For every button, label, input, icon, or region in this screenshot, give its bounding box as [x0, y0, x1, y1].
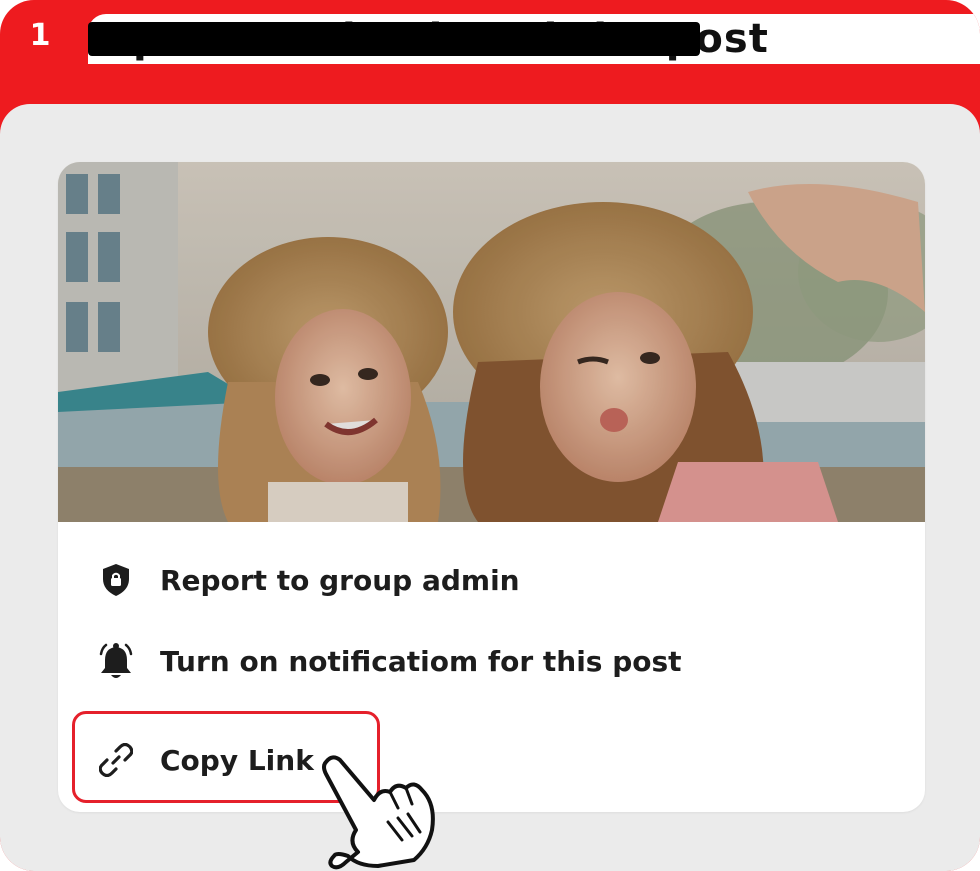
post-photo: [58, 162, 925, 522]
menu-item-report-admin[interactable]: Report to group admin: [98, 554, 520, 606]
step-title-bar: Open Facebook and the post: [88, 14, 980, 64]
step-number: 1: [29, 18, 51, 53]
menu-item-turn-on-notifications[interactable]: Turn on notificatiom for this post: [98, 635, 682, 687]
bell-icon: [98, 643, 134, 679]
shield-lock-icon: [98, 562, 134, 598]
menu-item-label: Report to group admin: [160, 563, 520, 597]
title-redaction: [88, 22, 700, 56]
hand-pointer-icon: [322, 755, 435, 870]
menu-item-label: Turn on notificatiom for this post: [160, 644, 682, 678]
